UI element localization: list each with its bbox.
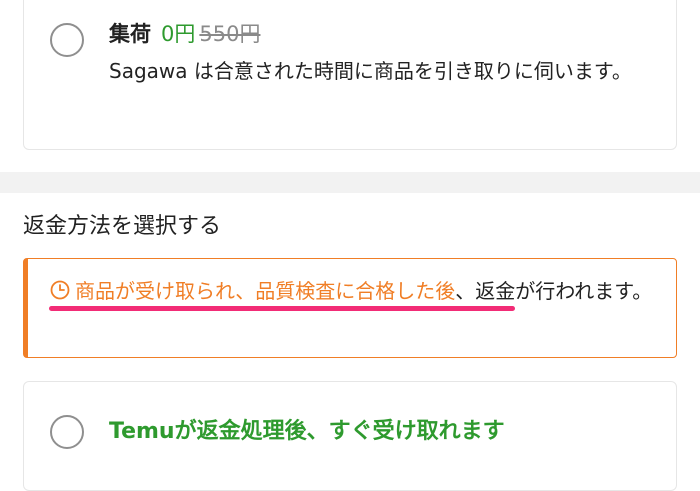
refund-option-label: Temuが返金処理後、すぐ受け取れます [109,419,505,444]
highlight-underline [49,306,515,311]
clock-icon [50,280,70,300]
notice-highlight-text: 商品が受け取られ、品質検査に合格した後 [75,279,456,303]
refund-option-card[interactable]: Temuが返金処理後、すぐ受け取れます [23,381,677,491]
pickup-radio-button[interactable] [50,23,84,57]
notice-rest-text: 、返金が行われます。 [455,279,653,303]
notice-text: 商品が受け取られ、品質検査に合格した後、返金が行われます。 [50,276,670,307]
pickup-price: 0円 [161,22,196,46]
refund-method-heading: 返金方法を選択する [23,214,222,239]
pickup-option-header: 集荷 0円 550円 [109,18,260,48]
refund-radio-button[interactable] [50,415,84,449]
pickup-option-card[interactable]: 集荷 0円 550円 Sagawa は合意された時間に商品を引き取りに伺います。 [23,0,677,150]
pickup-original-price: 550円 [199,22,261,46]
pickup-option-title: 集荷 [109,22,151,46]
section-divider [0,172,700,193]
pickup-description: Sagawa は合意された時間に商品を引き取りに伺います。 [109,59,632,83]
